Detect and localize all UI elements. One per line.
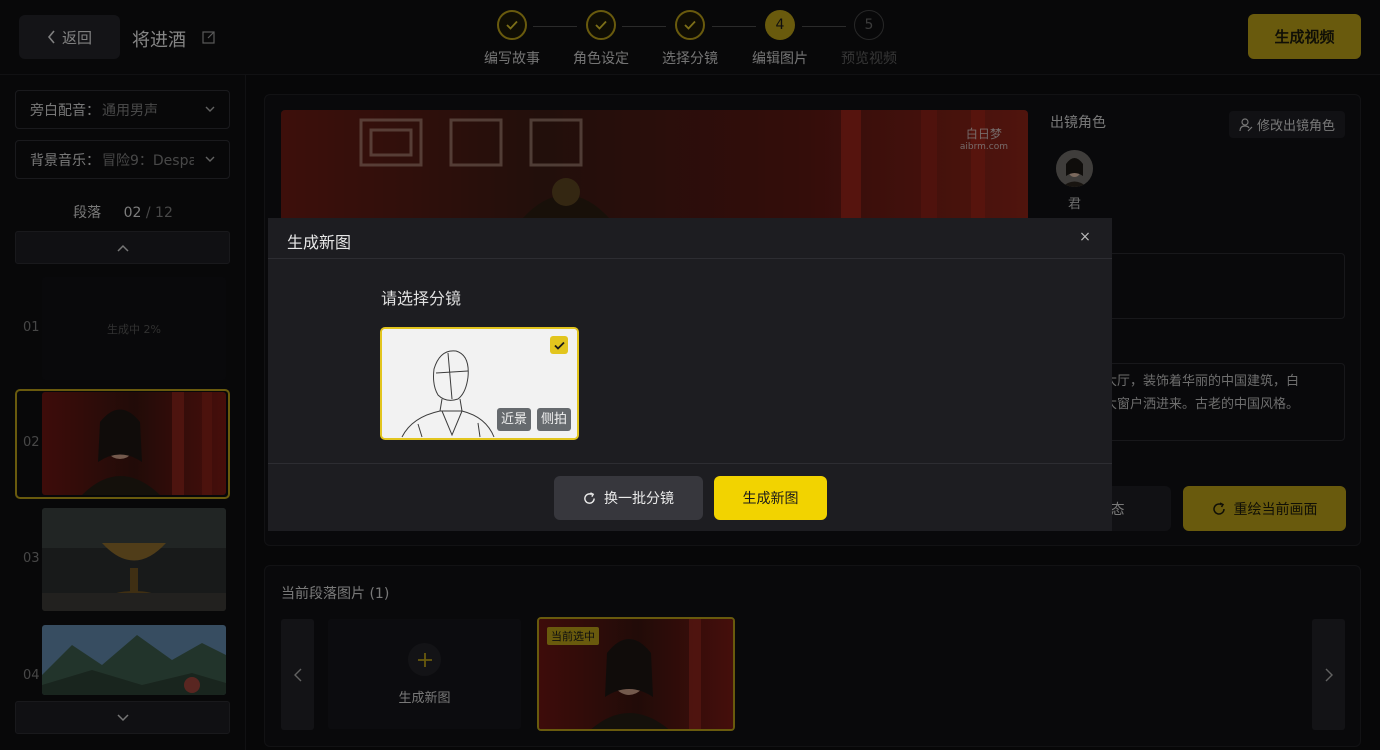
dialog-subtitle: 请选择分镜 bbox=[381, 289, 462, 308]
refresh-icon bbox=[584, 491, 595, 504]
generate-new-image-button[interactable]: 生成新图 bbox=[714, 476, 827, 520]
close-icon[interactable]: × bbox=[1078, 230, 1092, 244]
shot-type-tag: 近景 bbox=[497, 408, 532, 431]
generate-new-image-dialog: 生成新图 × 请选择分镜 近景 侧拍 换一批分镜 生成新图 bbox=[268, 218, 1112, 531]
divider bbox=[268, 258, 1112, 259]
camera-angle-tag: 侧拍 bbox=[537, 408, 572, 431]
divider bbox=[268, 463, 1112, 464]
checkbox-checked-icon[interactable] bbox=[550, 336, 568, 354]
storyboard-option[interactable]: 近景 侧拍 bbox=[380, 327, 579, 440]
dialog-title: 生成新图 bbox=[287, 233, 352, 252]
refresh-label: 换一批分镜 bbox=[604, 491, 674, 507]
refresh-storyboards-button[interactable]: 换一批分镜 bbox=[554, 476, 703, 520]
